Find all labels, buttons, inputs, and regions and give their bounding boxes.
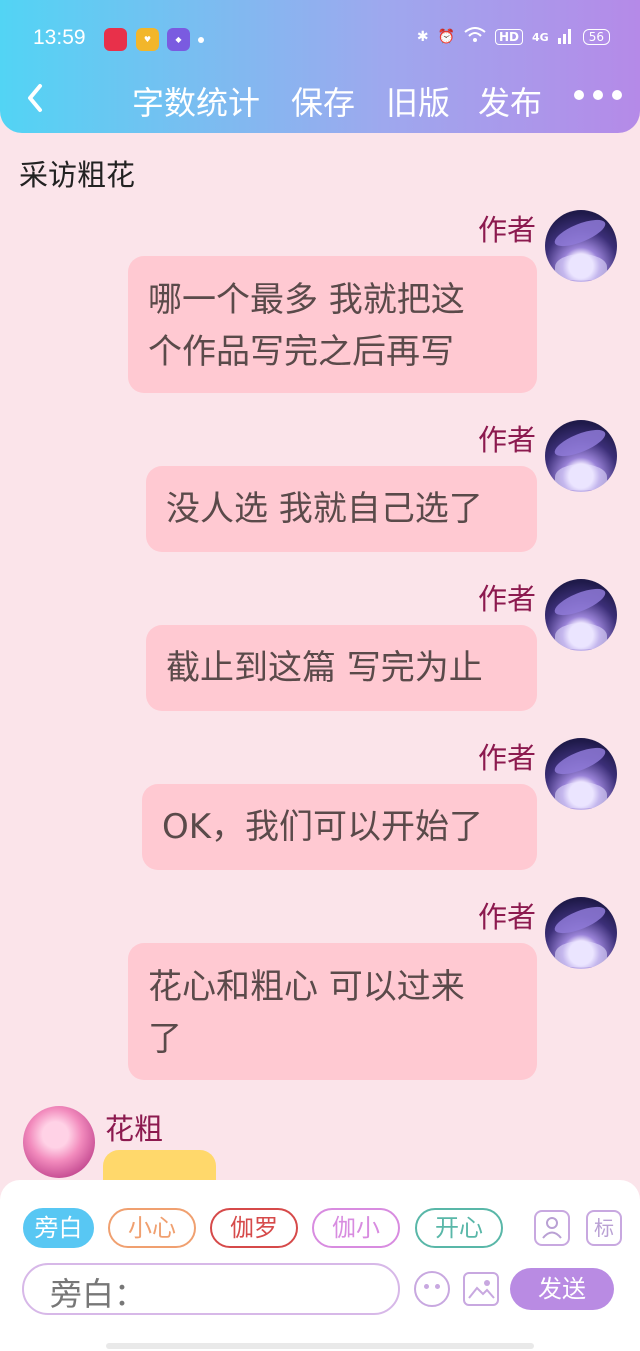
alarm-icon: ⏰ [437, 29, 456, 45]
image-icon[interactable] [463, 1272, 499, 1306]
message-author: 作者 [477, 423, 536, 457]
old-version-button[interactable]: 旧版 [386, 78, 450, 124]
status-time: 13:59 [33, 26, 86, 49]
more-menu-icon[interactable] [574, 90, 622, 100]
status-bar: 13:59 ♥ ◆ ✱ ⏰ HD 4G 56 [0, 22, 640, 58]
message-input[interactable]: 旁白： [22, 1263, 400, 1315]
message-bubble[interactable]: 截止到这篇 写完为止 [146, 625, 537, 711]
author-avatar[interactable] [545, 420, 617, 492]
save-button[interactable]: 保存 [291, 78, 355, 124]
message-bubble[interactable]: OK，我们可以开始了 [142, 784, 537, 870]
battery-icon: 56 [582, 29, 610, 45]
store-app-icon: ◆ [167, 28, 190, 51]
message-author: 作者 [477, 582, 536, 616]
publish-button[interactable]: 发布 [478, 78, 542, 124]
wifi-icon [464, 27, 486, 47]
emoji-icon[interactable] [414, 1271, 450, 1307]
role-chip[interactable]: 小心 [108, 1208, 196, 1248]
tag-icon[interactable]: 标 [586, 1210, 622, 1246]
message-author: 作者 [477, 741, 536, 775]
app-notification-icon [104, 28, 127, 51]
role-chip[interactable]: 伽小 [312, 1208, 400, 1248]
message-bubble[interactable]: 花心和粗心 可以过来 了 [128, 943, 537, 1080]
notification-dot-icon [198, 37, 204, 43]
author-avatar[interactable] [545, 738, 617, 810]
message-bubble[interactable]: 哪一个最多 我就把这 个作品写完之后再写 [128, 256, 537, 393]
page-title: 采访粗花 [19, 158, 136, 192]
word-count-button[interactable]: 字数统计 [132, 78, 260, 124]
signal-label: 4G [532, 30, 549, 44]
author-avatar[interactable] [545, 897, 617, 969]
author-avatar[interactable] [545, 579, 617, 651]
hd-badge: HD [495, 29, 524, 45]
author-avatar[interactable] [545, 210, 617, 282]
bluetooth-icon: ✱ [416, 29, 429, 45]
role-chip[interactable]: 开心 [415, 1208, 503, 1248]
character-avatar[interactable] [23, 1106, 95, 1178]
message-author: 作者 [477, 213, 536, 247]
role-chip[interactable]: 伽罗 [210, 1208, 298, 1248]
user-icon[interactable] [534, 1210, 570, 1246]
home-indicator [106, 1343, 534, 1349]
signal-icon [557, 26, 574, 48]
nav-bar: 字数统计 保存 旧版 发布 [0, 76, 640, 122]
heart-app-icon: ♥ [136, 28, 159, 51]
send-button[interactable]: 发送 [510, 1268, 614, 1310]
role-chip-narration[interactable]: 旁白 [23, 1208, 94, 1248]
message-author: 花粗 [105, 1112, 164, 1146]
message-bubble[interactable]: 没人选 我就自己选了 [146, 466, 537, 552]
top-bar: 13:59 ♥ ◆ ✱ ⏰ HD 4G 56 字数统计 保存 旧版 发布 [0, 0, 640, 133]
back-button[interactable] [22, 80, 50, 116]
status-icons: ✱ ⏰ HD 4G 56 [417, 26, 610, 48]
message-author: 作者 [477, 900, 536, 934]
